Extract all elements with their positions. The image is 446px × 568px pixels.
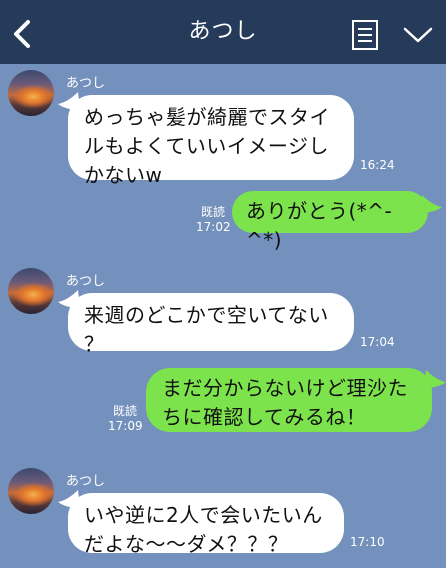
avatar[interactable] <box>8 70 54 116</box>
message-bubble-incoming[interactable]: めっちゃ髪が綺麗でスタイ ルもよくていいイメージし かないw <box>68 95 354 187</box>
chat-title: あつし <box>188 19 258 44</box>
read-receipt: 既読 17:09 <box>108 404 143 434</box>
message-time: 17:04 <box>360 335 395 349</box>
avatar[interactable] <box>8 268 54 314</box>
message-time: 16:24 <box>360 158 395 172</box>
bubble-tail <box>420 195 442 213</box>
read-label: 既読 <box>200 205 225 219</box>
chevron-down-icon[interactable] <box>402 24 434 46</box>
message-bubble-incoming[interactable]: 来週のどこかで空いてない ？ <box>68 293 354 356</box>
sender-name: あつし <box>66 474 106 489</box>
sender-name: あつし <box>66 274 106 289</box>
read-receipt: 既読 17:02 <box>196 205 231 235</box>
avatar[interactable] <box>8 468 54 514</box>
read-label: 既読 <box>112 404 137 418</box>
message-time: 17:02 <box>196 220 231 234</box>
message-bubble-outgoing[interactable]: ありがとう(*^-^*) <box>232 191 428 252</box>
message-time: 17:09 <box>108 419 143 433</box>
message-bubble-outgoing[interactable]: まだ分からないけど理沙た ちに確認してみるね！ <box>146 368 432 432</box>
chat-header: あつし <box>0 0 446 64</box>
message-time: 17:10 <box>350 535 385 549</box>
bubble-tail <box>424 370 446 388</box>
sender-name: あつし <box>66 76 106 91</box>
message-bubble-incoming[interactable]: いや逆に2人で会いたいん だよな〜〜ダメ？？？ <box>68 493 344 556</box>
document-list-icon[interactable] <box>351 19 379 51</box>
